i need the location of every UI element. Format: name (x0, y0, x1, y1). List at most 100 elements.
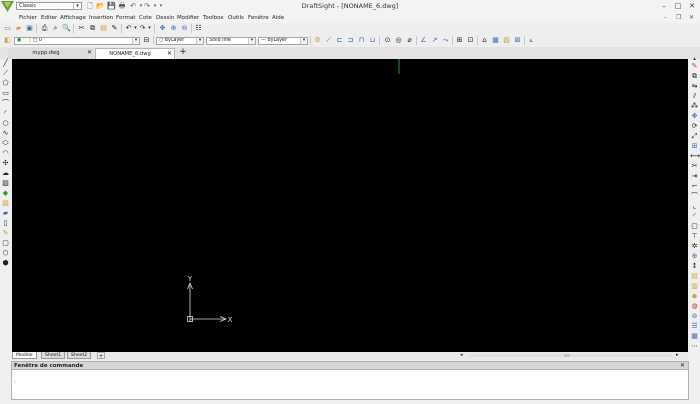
new-drawing-icon[interactable]: ▭ (3, 24, 12, 33)
menu-affichage[interactable]: Affichage (60, 14, 86, 22)
move-icon[interactable]: ✥ (690, 112, 699, 121)
close-icon[interactable]: ✕ (87, 48, 92, 58)
edit-text-icon[interactable]: ☰ (690, 322, 699, 331)
line-icon[interactable]: ╱ (1, 59, 10, 68)
menu-format[interactable]: Format (116, 14, 135, 22)
zoom-previous-icon[interactable]: ⊖ (180, 24, 189, 33)
drawing-canvas[interactable]: Y X (12, 59, 688, 352)
close-icon[interactable]: ✕ (167, 49, 172, 59)
match-properties-icon[interactable]: ✎ (110, 24, 119, 33)
command-window-close-button[interactable]: ✕ (680, 362, 685, 370)
document-minimize-button[interactable]: – (664, 14, 667, 21)
more-tools-icon[interactable]: ⋯ (690, 342, 699, 351)
polyline-icon[interactable]: ⬠ (1, 79, 10, 88)
paste-icon[interactable]: ▤ (99, 24, 108, 33)
center-mark-icon[interactable]: ⊙ (383, 36, 392, 45)
edit-block-icon[interactable]: ◆ (690, 292, 699, 301)
layout-tab-sheet2[interactable]: Sheet2 (67, 352, 92, 359)
menu-editer[interactable]: Editer (41, 14, 57, 22)
smart-leader-icon[interactable]: ⤳ (441, 36, 450, 45)
horizontal-scroll-thumb[interactable] (564, 354, 570, 357)
edit-hatch-icon[interactable]: ▤ (690, 272, 699, 281)
menu-dessin[interactable]: Dessin (156, 14, 174, 22)
polygon-icon[interactable]: ⬡ (1, 249, 10, 258)
open-icon[interactable]: ▰ (14, 24, 23, 33)
dimension-linear-icon[interactable]: ⟋ (324, 36, 333, 45)
window-minimize-button[interactable]: – (657, 1, 671, 11)
window-close-button[interactable]: ✕ (685, 1, 699, 11)
ellipse-arc-icon[interactable]: ◠ (1, 149, 10, 158)
layer-dropdown[interactable]: ● ◌ ▯ □ 0 ▾ (14, 37, 140, 45)
extend-icon[interactable]: ⇥ (690, 172, 699, 181)
dimension-radius-icon[interactable]: ◎ (394, 36, 403, 45)
menu-insertion[interactable]: Insertion (89, 14, 113, 22)
horizontal-scrollbar[interactable] (468, 354, 672, 357)
dimension-angular-icon[interactable]: ∠ (419, 36, 428, 45)
redo-dropdown-icon[interactable]: ▾ (145, 24, 154, 33)
tolerance-icon[interactable]: ⊞ (455, 36, 464, 45)
save-icon[interactable]: ▣ (25, 24, 34, 33)
note-icon[interactable]: ✎ (1, 229, 10, 238)
align-icon[interactable]: ⊤ (690, 232, 699, 241)
layout-tab-sheet1[interactable]: Sheet1 (41, 352, 66, 359)
infinite-line-icon[interactable]: ⟋ (1, 69, 10, 78)
spline-icon[interactable]: ∿ (1, 129, 10, 138)
copy-icon[interactable]: ⧉ (88, 24, 97, 33)
document-restore-button[interactable]: ❐ (676, 14, 681, 21)
point-icon[interactable]: ✣ (1, 159, 10, 168)
scale-icon[interactable]: ⤢ (690, 132, 699, 141)
menu-cote[interactable]: Cote (139, 14, 152, 22)
zoom-window-icon[interactable]: ⊕ (169, 24, 178, 33)
layout-tab-model[interactable]: Modèle (12, 352, 37, 359)
pattern-icon[interactable]: ⁂ (690, 102, 699, 111)
cut-icon[interactable]: ✂ (77, 24, 86, 33)
attribute-icon[interactable]: ⊠ (513, 36, 522, 45)
chamfer-icon[interactable]: ⌞ (690, 202, 699, 211)
explode-icon[interactable]: ▢ (690, 222, 699, 231)
stretch-icon[interactable]: ⊞ (690, 142, 699, 151)
dimension-ordinate-icon[interactable]: ⊔ (368, 36, 377, 45)
zoom-icon[interactable]: 🔍 (62, 24, 71, 33)
block-insert-icon[interactable]: ⌂ (480, 36, 489, 45)
join-icon[interactable]: ⌒ (690, 192, 699, 201)
snap-settings-icon[interactable]: ⚙ (313, 36, 322, 45)
region-icon[interactable]: ▰ (1, 209, 10, 218)
dimension-style-icon[interactable]: ⊡ (466, 36, 475, 45)
document-close-button[interactable]: ✕ (689, 14, 694, 21)
linestyle-dropdown[interactable]: Solid line ▾ (206, 37, 256, 45)
flatten-icon[interactable]: ⊕ (690, 252, 699, 261)
lineweight-dropdown[interactable]: — ByLayer ▾ (258, 37, 308, 45)
dimension-aligned-icon[interactable]: ⊏ (335, 36, 344, 45)
rectangle-icon[interactable]: ▭ (1, 89, 10, 98)
paint-icon[interactable]: ◍ (690, 302, 699, 311)
color-dropdown[interactable]: ○ ByLayer ▾ (156, 37, 204, 45)
scroll-left-icon[interactable]: ◂ (460, 352, 466, 359)
circle-arc-icon[interactable]: ◜ (1, 109, 10, 118)
menu-outils[interactable]: Outils (228, 14, 244, 22)
dimension-baseline-icon[interactable]: ⊐ (346, 36, 355, 45)
command-window-body[interactable]: : (11, 370, 689, 400)
erase-icon[interactable]: ✎ (690, 62, 699, 71)
edit-table-icon[interactable]: ▦ (690, 332, 699, 341)
mirror-icon[interactable]: ⇋ (690, 82, 699, 91)
donut-icon[interactable]: ⬢ (1, 259, 10, 268)
new-tab-button[interactable]: + (178, 47, 188, 58)
doc-tab-noname-6[interactable]: NONAME_6.dwg ✕ (95, 48, 175, 59)
leader-icon[interactable]: ↗ (430, 36, 439, 45)
add-layout-button[interactable]: + (97, 352, 105, 360)
layer-manager-icon[interactable]: ◧ (3, 36, 12, 45)
gradient-icon[interactable]: ▧ (1, 199, 10, 208)
hatch-fill-icon[interactable]: ▨ (1, 179, 10, 188)
weld-icon[interactable]: ✲ (690, 242, 699, 251)
edit-polyline-icon[interactable]: ▥ (690, 282, 699, 291)
menu-fichier[interactable]: Fichier (19, 14, 37, 22)
cloud-icon[interactable]: ☁ (1, 169, 10, 178)
boundary-icon[interactable]: ▯ (1, 219, 10, 228)
ellipse-icon[interactable]: ⬭ (1, 139, 10, 148)
rotate-icon[interactable]: ⟳ (690, 122, 699, 131)
circle-icon[interactable]: ○ (1, 119, 10, 128)
arc-icon[interactable]: ⌒ (1, 99, 10, 108)
table-icon[interactable]: ▦ (491, 36, 500, 45)
scroll-right-icon[interactable]: ▸ (676, 352, 682, 359)
menu-toolbox[interactable]: Toolbox (203, 14, 224, 22)
